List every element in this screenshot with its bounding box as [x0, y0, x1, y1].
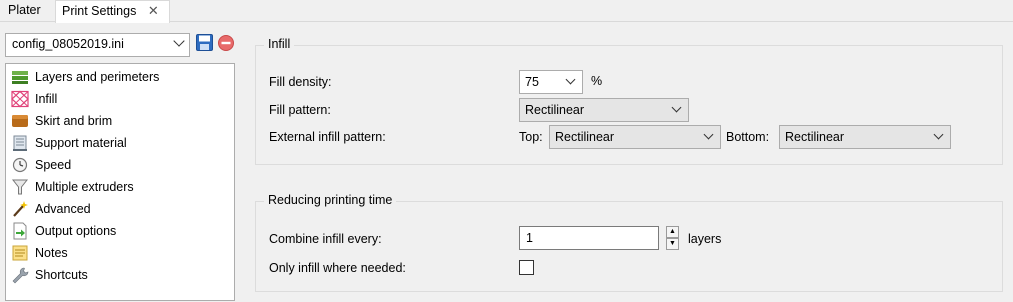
- sidebar-item-label: Output options: [35, 224, 117, 238]
- sidebar-item-support-material[interactable]: Support material: [10, 132, 127, 154]
- sidebar-item-speed[interactable]: Speed: [10, 154, 71, 176]
- layers-icon: [12, 71, 28, 84]
- support-material-icon: [13, 135, 27, 151]
- sidebar-item-multiple-extruders[interactable]: Multiple extruders: [10, 176, 134, 198]
- sidebar-item-label: Speed: [35, 158, 72, 172]
- fill-density-combo[interactable]: 75: [519, 70, 583, 94]
- sidebar-item-label: Notes: [35, 246, 68, 260]
- sidebar-item-label: Multiple extruders: [35, 180, 134, 194]
- only-infill-needed-checkbox[interactable]: [519, 260, 534, 275]
- infill-icon: [11, 90, 29, 108]
- fill-density-value: 75: [525, 75, 539, 89]
- tab-bar: Plater Print Settings ✕: [0, 0, 1013, 23]
- sidebar-item-label: Layers and perimeters: [35, 70, 160, 84]
- speed-icon: [12, 157, 28, 173]
- preset-dropdown[interactable]: config_08052019.ini: [5, 33, 190, 57]
- chevron-down-icon: [933, 129, 944, 140]
- combine-infill-unit: layers: [688, 232, 722, 246]
- sidebar-item-shortcuts[interactable]: Shortcuts: [10, 264, 88, 286]
- sidebar-item-label: Shortcuts: [35, 268, 88, 282]
- fill-density-label: Fill density:: [269, 75, 332, 89]
- category-tree: Layers and perimeters Infill Skirt and b…: [5, 63, 235, 301]
- infill-group-title: Infill: [264, 37, 295, 51]
- chevron-down-icon: [671, 102, 682, 113]
- sidebar-item-label: Advanced: [35, 202, 91, 216]
- sidebar-item-advanced[interactable]: Advanced: [10, 198, 91, 220]
- sidebar-item-label: Skirt and brim: [35, 114, 113, 128]
- combine-infill-label: Combine infill every:: [269, 232, 382, 246]
- preset-dropdown-value: config_08052019.ini: [12, 37, 124, 51]
- tab-plater[interactable]: Plater: [2, 0, 47, 22]
- chevron-down-icon: [703, 129, 714, 140]
- save-icon[interactable]: [196, 34, 213, 51]
- sidebar-item-notes[interactable]: Notes: [10, 242, 68, 264]
- bottom-pattern-label: Bottom:: [726, 130, 770, 144]
- sidebar-item-layers-and-perimeters[interactable]: Layers and perimeters: [10, 66, 159, 88]
- notes-icon: [12, 245, 28, 261]
- settings-sidebar: config_08052019.ini Layers and perimeter…: [0, 23, 240, 302]
- sidebar-item-label: Infill: [35, 92, 58, 106]
- skirt-brim-icon: [12, 115, 28, 127]
- combine-infill-value: 1: [526, 231, 533, 245]
- chevron-down-icon: [173, 35, 185, 47]
- wand-icon: [13, 201, 28, 217]
- tab-print-settings[interactable]: Print Settings ✕: [55, 0, 170, 23]
- close-icon[interactable]: ✕: [148, 1, 159, 21]
- fill-pattern-label: Fill pattern:: [269, 103, 331, 117]
- reducing-printing-time-group: Reducing printing time Combine infill ev…: [255, 193, 1003, 292]
- fill-density-unit: %: [591, 74, 603, 88]
- spin-down-button[interactable]: ▼: [666, 238, 679, 250]
- top-pattern-select[interactable]: Rectilinear: [549, 125, 721, 149]
- top-pattern-value: Rectilinear: [555, 130, 615, 144]
- combine-infill-input[interactable]: 1: [519, 226, 659, 250]
- reducing-group-title: Reducing printing time: [264, 193, 397, 207]
- wrench-icon: [12, 267, 29, 284]
- spin-up-button[interactable]: ▲: [666, 226, 679, 238]
- output-icon: [13, 222, 27, 240]
- only-infill-needed-label: Only infill where needed:: [269, 261, 406, 275]
- tab-print-settings-label: Print Settings: [62, 4, 137, 18]
- external-infill-pattern-label: External infill pattern:: [269, 130, 386, 144]
- settings-panel: Infill Fill density: 75 % Fill pattern: …: [240, 23, 1013, 302]
- sidebar-item-label: Support material: [35, 136, 127, 150]
- chevron-down-icon: [565, 74, 576, 85]
- infill-group: Infill Fill density: 75 % Fill pattern: …: [255, 37, 1003, 165]
- bottom-pattern-value: Rectilinear: [785, 130, 845, 144]
- sidebar-item-skirt-and-brim[interactable]: Skirt and brim: [10, 110, 112, 132]
- bottom-pattern-select[interactable]: Rectilinear: [779, 125, 951, 149]
- funnel-icon: [11, 179, 29, 195]
- sidebar-item-infill[interactable]: Infill: [10, 88, 57, 110]
- top-pattern-label: Top:: [519, 130, 543, 144]
- delete-icon[interactable]: [218, 35, 234, 51]
- fill-pattern-value: Rectilinear: [525, 103, 585, 117]
- sidebar-item-output-options[interactable]: Output options: [10, 220, 116, 242]
- fill-pattern-select[interactable]: Rectilinear: [519, 98, 689, 122]
